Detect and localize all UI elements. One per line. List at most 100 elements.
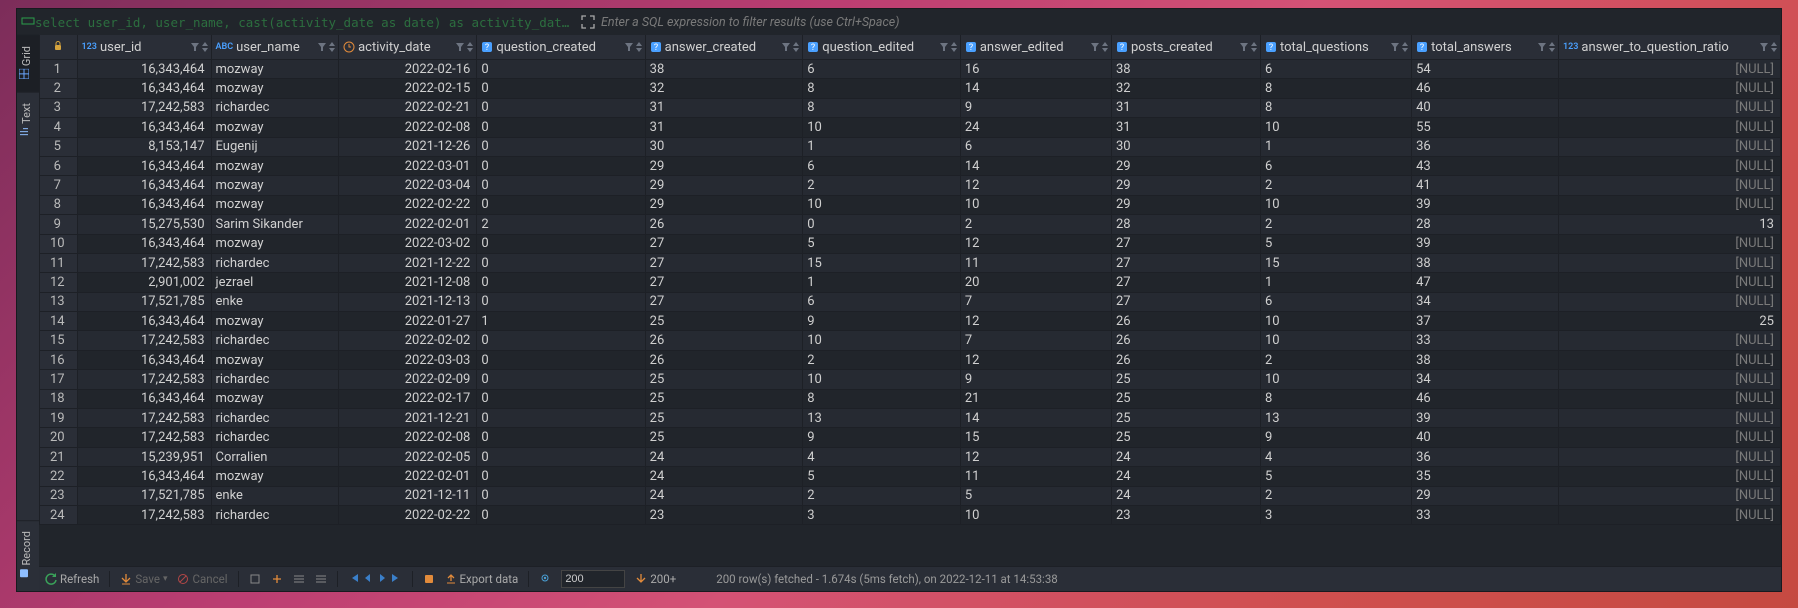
cell[interactable]: 34 [1412,292,1559,311]
cell[interactable]: richardec [211,505,339,524]
cell[interactable]: richardec [211,409,339,428]
fetch-more-button[interactable]: 200+ [635,572,676,586]
cell[interactable]: mozway [211,118,339,137]
col-header-answer_edited[interactable]: ?answer_edited [960,35,1111,60]
row-number[interactable]: 4 [40,118,78,137]
cell[interactable]: 46 [1412,389,1559,408]
cell[interactable]: 13 [803,409,961,428]
cell[interactable]: 29 [1111,156,1260,175]
row-number[interactable]: 19 [40,409,78,428]
row-number[interactable]: 18 [40,389,78,408]
cell[interactable]: 16,343,464 [77,79,211,98]
cell[interactable]: 29 [1412,486,1559,505]
cell[interactable]: [NULL] [1558,273,1780,292]
cell[interactable]: mozway [211,350,339,369]
cell[interactable]: 2 [803,176,961,195]
cell[interactable]: 10 [1260,331,1411,350]
export-data-button[interactable]: Export data [445,572,519,586]
cell[interactable]: 36 [1412,447,1559,466]
cell[interactable]: [NULL] [1558,331,1780,350]
cell[interactable]: 31 [645,118,803,137]
cell[interactable]: 2 [1260,486,1411,505]
col-header-question_created[interactable]: ?question_created [477,35,645,60]
cell[interactable]: 8 [1260,389,1411,408]
cell[interactable]: [NULL] [1558,486,1780,505]
cell[interactable]: 32 [1111,79,1260,98]
cell[interactable]: 39 [1412,195,1559,214]
cell[interactable]: 17,242,583 [77,428,211,447]
cell[interactable]: 32 [645,79,803,98]
cell[interactable]: 16 [960,60,1111,79]
cell[interactable]: 2022-02-17 [339,389,477,408]
cell[interactable]: [NULL] [1558,60,1780,79]
sort-icon[interactable] [201,41,209,53]
cell[interactable]: 0 [477,79,645,98]
cell[interactable]: [NULL] [1558,137,1780,156]
cell[interactable]: mozway [211,195,339,214]
cell[interactable]: 5 [1260,234,1411,253]
cell[interactable]: 29 [1111,195,1260,214]
cell[interactable]: 2021-12-13 [339,292,477,311]
cell[interactable]: 2022-03-02 [339,234,477,253]
cell[interactable]: richardec [211,98,339,117]
col-header-activity_date[interactable]: activity_date [339,35,477,60]
nav-next-icon[interactable] [376,572,388,587]
cell[interactable]: 23 [1111,505,1260,524]
toolbar-menu-icon[interactable] [315,573,327,585]
col-header-answer_created[interactable]: ?answer_created [645,35,803,60]
cell[interactable]: 26 [645,215,803,234]
cell[interactable]: 0 [477,428,645,447]
cell[interactable]: richardec [211,370,339,389]
cell[interactable]: 10 [1260,370,1411,389]
row-number[interactable]: 9 [40,215,78,234]
cell[interactable]: 10 [1260,118,1411,137]
cell[interactable]: 36 [1412,137,1559,156]
sort-icon[interactable] [1250,41,1258,53]
cell[interactable]: 2021-12-21 [339,409,477,428]
cell[interactable]: 17,242,583 [77,331,211,350]
side-tab-text[interactable]: Text [17,92,39,150]
row-number[interactable]: 6 [40,156,78,175]
cell[interactable]: mozway [211,156,339,175]
cell[interactable]: 12 [960,350,1111,369]
cell[interactable]: 0 [477,176,645,195]
cell[interactable]: 0 [477,195,645,214]
cell[interactable]: 25 [1111,409,1260,428]
cell[interactable]: 14 [960,156,1111,175]
cell[interactable]: 16,343,464 [77,467,211,486]
cell[interactable]: 10 [803,331,961,350]
side-tab-record[interactable]: Record [17,520,39,591]
cell[interactable]: enke [211,486,339,505]
cell[interactable]: 38 [1412,350,1559,369]
filter-icon[interactable] [624,41,634,53]
cell[interactable]: 15,239,951 [77,447,211,466]
cell[interactable]: 9 [960,370,1111,389]
cell[interactable]: jezrael [211,273,339,292]
cell[interactable]: 0 [477,253,645,272]
cell[interactable]: [NULL] [1558,253,1780,272]
row-number[interactable]: 1 [40,60,78,79]
cell[interactable]: 10 [960,505,1111,524]
cell[interactable]: 24 [645,467,803,486]
row-number[interactable]: 16 [40,350,78,369]
filter-icon[interactable] [781,41,791,53]
cell[interactable]: 15,275,530 [77,215,211,234]
cell[interactable]: 9 [1260,428,1411,447]
nav-first-icon[interactable] [348,572,360,587]
cell[interactable]: 0 [477,292,645,311]
nav-prev-icon[interactable] [362,572,374,587]
stop-icon[interactable] [423,573,435,585]
cell[interactable]: 39 [1412,234,1559,253]
cell[interactable]: 10 [803,118,961,137]
filter-icon[interactable] [317,41,327,53]
cell[interactable]: 38 [1111,60,1260,79]
filter-icon[interactable] [1759,41,1769,53]
cell[interactable]: 4 [803,447,961,466]
cell[interactable]: 12 [960,312,1111,331]
cell[interactable]: 0 [477,60,645,79]
cell[interactable]: 9 [803,428,961,447]
cell[interactable]: 0 [477,486,645,505]
cell[interactable]: 37 [1412,312,1559,331]
cell[interactable]: [NULL] [1558,98,1780,117]
cell[interactable]: 24 [1111,467,1260,486]
